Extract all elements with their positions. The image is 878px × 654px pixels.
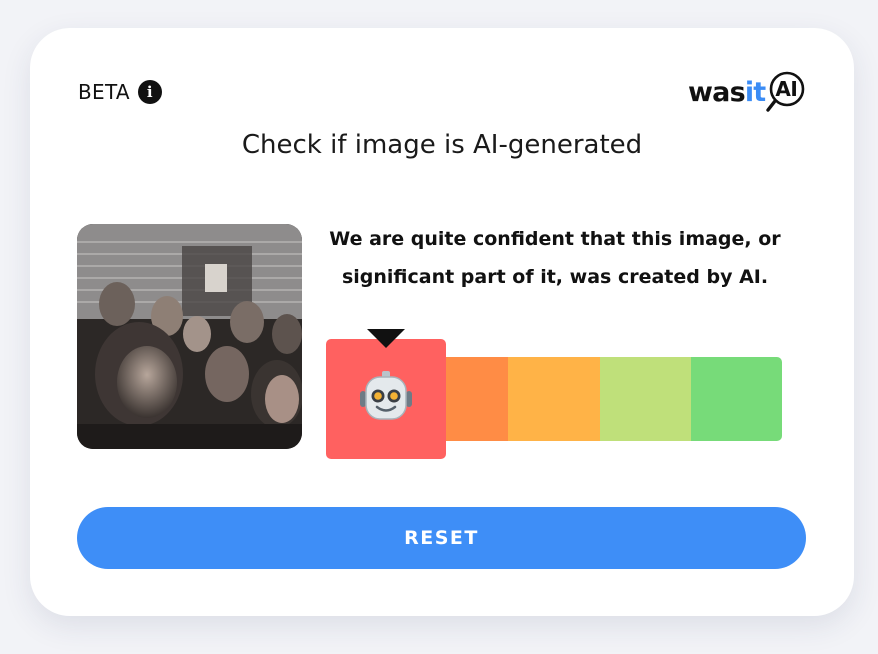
- result-line-2: significant part of it, was created by A…: [341, 266, 769, 288]
- uploaded-image-thumbnail: [77, 224, 302, 449]
- result-line-1: We are quite confident that this image, …: [329, 228, 781, 250]
- page-title: Check if image is AI-generated: [241, 130, 643, 160]
- beta-label-group: BETA i: [78, 80, 162, 104]
- logo-text-ai: AI: [775, 77, 798, 101]
- wasitai-logo[interactable]: was it AI: [688, 70, 808, 114]
- info-icon[interactable]: i: [137, 80, 162, 104]
- robot-icon: [358, 369, 414, 429]
- logo-text-it: it: [744, 76, 766, 108]
- detector-card: BETA i was it AI Check if image is AI-ge…: [30, 28, 854, 616]
- beta-label: BETA: [78, 80, 130, 104]
- meter-segment-human: [690, 357, 782, 441]
- magnifier-icon: AI: [766, 70, 808, 114]
- result-message: We are quite confident that this image, …: [322, 220, 788, 296]
- logo-text-was: was: [688, 76, 746, 108]
- meter-active-segment: [326, 339, 446, 459]
- reset-button[interactable]: RESET: [77, 507, 806, 569]
- meter-segment-likely-human: [599, 357, 691, 441]
- meter-segment-unsure: [508, 357, 600, 441]
- meter-pointer-icon: [367, 329, 405, 348]
